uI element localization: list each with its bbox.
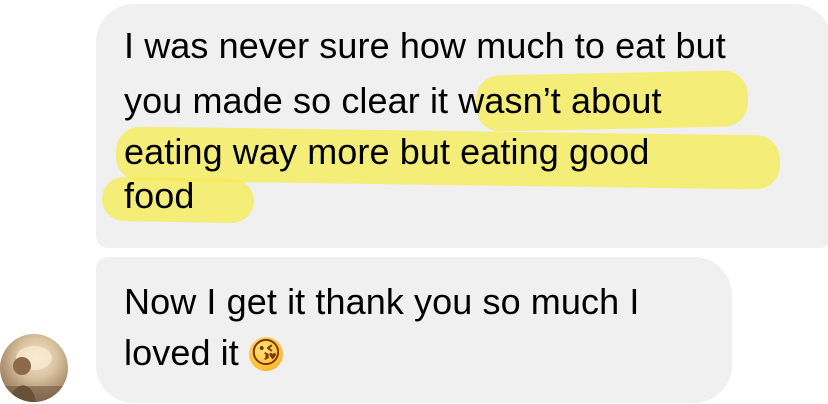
message-1-line-4: food (124, 175, 195, 216)
avatar-photo-icon (0, 346, 68, 402)
chat-thread: I was never sure how much to eat but you… (0, 0, 828, 404)
message-2-line-1: Now I get it thank you so much I (124, 281, 640, 322)
avatar[interactable] (0, 334, 68, 402)
message-2-line-2-text: loved it (124, 332, 239, 373)
message-1-line-2: you made so clear it wasn’t about (124, 80, 662, 121)
message-1-line-1: I was never sure how much to eat but (124, 25, 726, 66)
message-1-line-3: eating way more but eating good (124, 131, 650, 172)
kissing-face-emoji-icon: 😘 (248, 336, 283, 371)
message-2-line-2: loved it 😘 (124, 329, 283, 377)
